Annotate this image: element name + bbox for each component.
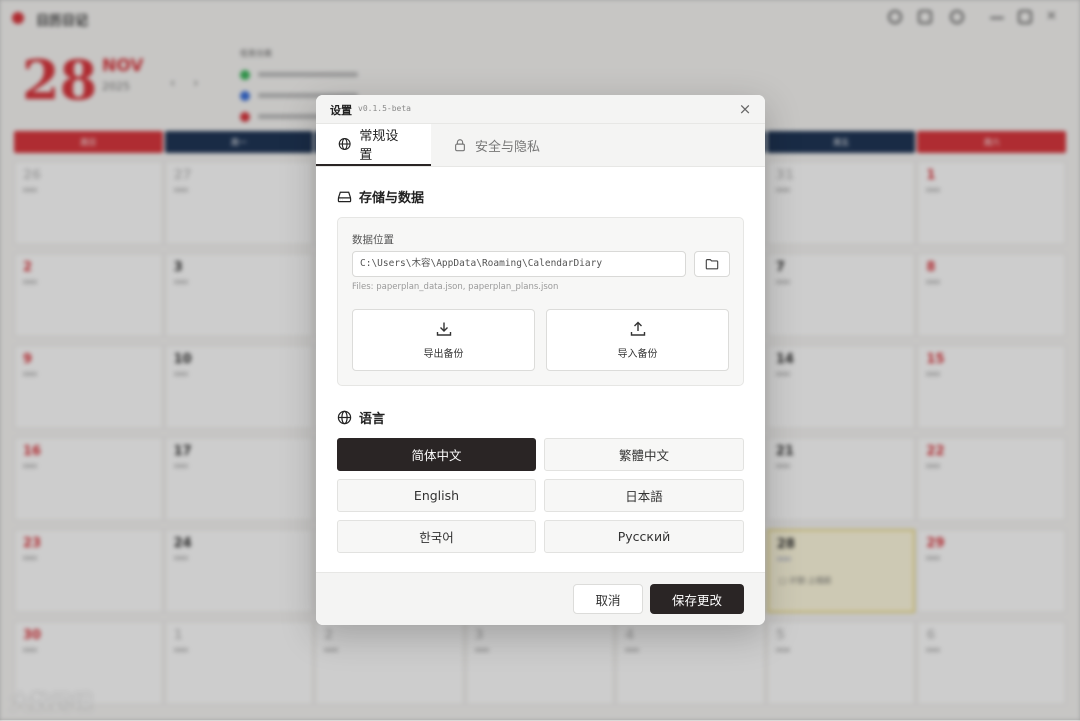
data-location-label: 数据位置 xyxy=(352,234,394,246)
upload-icon xyxy=(630,321,645,336)
browse-folder-button[interactable] xyxy=(694,251,730,277)
dialog-header: 设置 v0.1.5-beta × xyxy=(316,95,765,124)
files-note: Files: paperplan_data.json, paperplan_pl… xyxy=(352,282,559,292)
dialog-title: 设置 xyxy=(330,104,352,117)
language-option-ru[interactable]: Русский xyxy=(544,520,744,553)
data-path-field[interactable]: C:\Users\木容\AppData\Roaming\CalendarDiar… xyxy=(352,251,686,277)
tab-label: 安全与隐私 xyxy=(475,139,541,155)
lock-icon xyxy=(455,139,465,152)
folder-icon xyxy=(705,259,719,270)
language-option-ja[interactable]: 日本語 xyxy=(544,479,744,512)
language-option-zh-hans[interactable]: 简体中文 xyxy=(337,438,536,471)
export-backup-button[interactable]: 导出备份 xyxy=(352,309,535,371)
settings-dialog: 设置 v0.1.5-beta × 常规设置 安全与隐私 存储与数据 数据位置 C… xyxy=(316,95,765,625)
tab-security-privacy[interactable]: 安全与隐私 xyxy=(431,124,571,166)
import-backup-label: 导入备份 xyxy=(617,349,658,360)
cancel-button[interactable]: 取消 xyxy=(573,584,643,614)
import-backup-button[interactable]: 导入备份 xyxy=(546,309,729,371)
export-backup-label: 导出备份 xyxy=(423,349,464,360)
language-options: 简体中文 繁體中文 English 日本語 한국어 Русский xyxy=(337,438,744,553)
dialog-body: 存储与数据 数据位置 C:\Users\木容\AppData\Roaming\C… xyxy=(316,187,765,553)
globe-icon xyxy=(338,138,351,150)
settings-tabs: 常规设置 安全与隐私 xyxy=(316,124,765,167)
storage-panel: 数据位置 C:\Users\木容\AppData\Roaming\Calenda… xyxy=(337,217,744,386)
version-label: v0.1.5-beta xyxy=(358,104,411,113)
save-changes-button[interactable]: 保存更改 xyxy=(650,584,744,614)
language-section-title: 语言 xyxy=(337,408,744,427)
drive-icon xyxy=(337,191,352,203)
language-option-en[interactable]: English xyxy=(337,479,536,512)
globe-icon xyxy=(337,410,352,425)
language-option-ko[interactable]: 한국어 xyxy=(337,520,536,553)
storage-section-title: 存储与数据 xyxy=(337,187,744,206)
download-icon xyxy=(436,322,451,336)
language-option-zh-hant[interactable]: 繁體中文 xyxy=(544,438,744,471)
tab-label: 常规设置 xyxy=(359,129,399,163)
close-icon[interactable]: × xyxy=(735,99,755,119)
tab-general[interactable]: 常规设置 xyxy=(316,124,431,166)
dialog-footer: 取消 保存更改 xyxy=(316,572,765,625)
